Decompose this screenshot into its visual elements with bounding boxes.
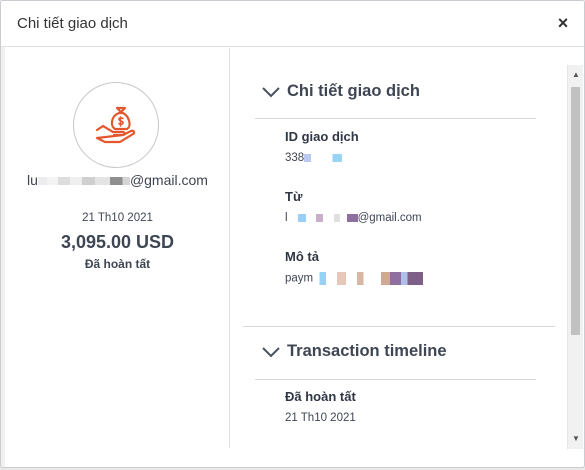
field-value-from: l @gmail.com [285,212,422,224]
id-visible-prefix: 338 [285,152,305,164]
vertical-scrollbar[interactable]: ▲ ▼ [567,65,583,449]
details-heading: Chi tiết giao dịch [287,82,420,100]
transaction-amount: 3,095.00 USD [60,232,175,252]
avatar [73,82,159,168]
timeline-status: Đã hoàn tất [285,389,356,404]
divider [255,118,536,119]
timeline-heading: Transaction timeline [287,342,447,360]
scroll-down-arrow-icon[interactable]: ▼ [568,431,584,447]
timeline-section-toggle[interactable]: Transaction timeline [261,342,447,361]
field-value-id: 338 [285,152,343,164]
divider [243,326,555,327]
redacted-block [313,272,424,285]
email-visible-suffix: @gmail.com [129,172,208,188]
email-visible-prefix: lu [27,172,38,188]
payer-email: lu @gmail.com [5,172,230,188]
hand-money-bag-icon [95,106,136,144]
chevron-down-icon [262,346,280,357]
transaction-details-dialog: Chi tiết giao dịch × lu @gmail.com 21 Th1… [0,0,585,468]
redacted-block [37,177,130,186]
details-section-toggle[interactable]: Chi tiết giao dịch [261,82,420,101]
details-panel: Chi tiết giao dịch ID giao dịch 338 Từ l… [231,48,567,448]
redacted-block [304,153,343,162]
field-label-from: Từ [285,189,303,204]
scroll-up-arrow-icon[interactable]: ▲ [568,67,584,83]
transaction-date: 21 Th10 2021 [82,212,153,224]
scroll-thumb[interactable] [571,87,580,335]
dialog-title: Chi tiết giao dịch [17,15,128,32]
dialog-header: Chi tiết giao dịch × [1,1,584,47]
divider [255,379,536,380]
timeline-date: 21 Th10 2021 [285,412,356,424]
field-label-id: ID giao dịch [285,129,359,144]
description-visible-prefix: paym [285,272,314,285]
chevron-down-icon [262,86,280,97]
field-value-description: paym [285,272,424,285]
redacted-block [287,213,358,222]
field-label-description: Mô tả [285,249,319,264]
transaction-status: Đã hoàn tất [84,257,151,271]
transaction-summary: lu @gmail.com 21 Th10 2021 3,095.00 USD Đ… [5,48,230,448]
close-button[interactable]: × [552,11,574,35]
from-visible-suffix: @gmail.com [357,212,422,224]
